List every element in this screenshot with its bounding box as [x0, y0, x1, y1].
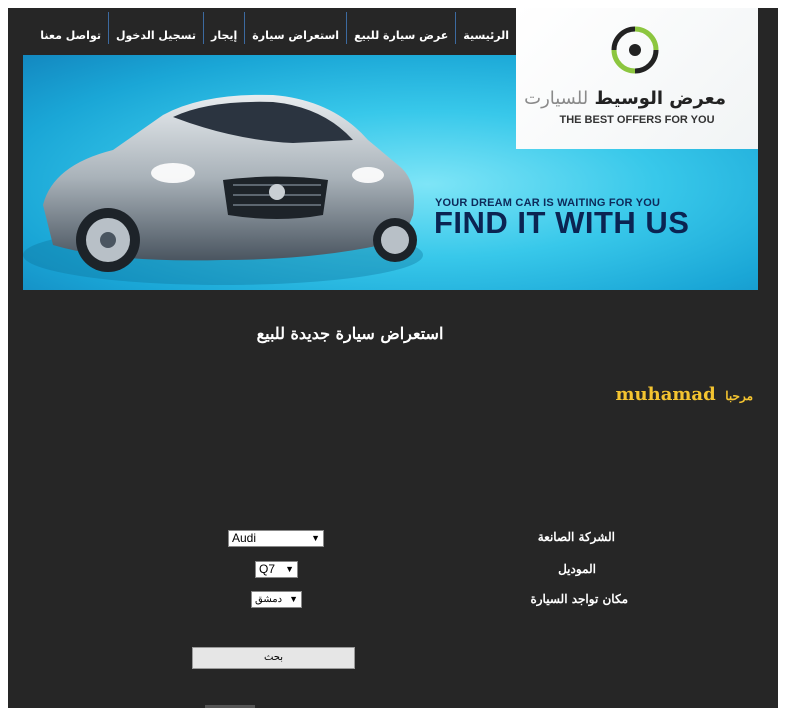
- logo-title-light: للسيارت: [524, 88, 589, 109]
- nav-rent[interactable]: إيجار: [202, 12, 244, 44]
- logo-title: معرض الوسيط للسيارت: [524, 88, 726, 109]
- dropdown-arrow-icon: ▼: [285, 564, 294, 574]
- target-logo-icon: [611, 26, 659, 74]
- location-value: دمشق: [255, 594, 283, 605]
- welcome-word: مرحبا: [725, 389, 753, 403]
- manufacturer-value: Audi: [232, 531, 257, 545]
- model-value: Q7: [259, 562, 276, 576]
- nav-login[interactable]: تسجيل الدخول: [107, 12, 203, 44]
- nav-browse-car[interactable]: استعراض سيارة: [244, 12, 346, 44]
- dropdown-arrow-icon: ▼: [311, 533, 320, 543]
- dropdown-arrow-icon: ▼: [289, 594, 298, 604]
- model-label: الموديل: [558, 562, 596, 576]
- manufacturer-label: الشركة الصانعة: [537, 530, 615, 544]
- logo-title-dark: معرض الوسيط: [594, 88, 726, 109]
- model-select[interactable]: Q7 ▼: [255, 561, 298, 578]
- car-image: [23, 94, 423, 285]
- nav-contact[interactable]: تواصل معنا: [33, 12, 108, 44]
- logo-subtitle: THE BEST OFFERS FOR YOU: [559, 114, 715, 126]
- location-select[interactable]: دمشق ▼: [251, 591, 302, 608]
- welcome-message: مرحبا muhamad: [615, 384, 753, 405]
- location-label: مكان تواجد السيارة: [530, 592, 628, 606]
- search-button[interactable]: بحث: [192, 647, 355, 669]
- username: muhamad: [615, 384, 716, 405]
- nav-sell-car[interactable]: عرض سيارة للبيع: [346, 12, 455, 44]
- nav-home[interactable]: الرئيسية: [455, 12, 517, 44]
- main-nav: الرئيسية عرض سيارة للبيع استعراض سيارة إ…: [40, 8, 517, 48]
- banner-slogan-big: FIND IT WITH US: [434, 205, 690, 240]
- site-logo[interactable]: معرض الوسيط للسيارت THE BEST OFFERS FOR …: [516, 8, 758, 149]
- manufacturer-select[interactable]: Audi ▼: [228, 530, 324, 547]
- page-title: استعراض سيارة جديدة للبيع: [256, 324, 444, 343]
